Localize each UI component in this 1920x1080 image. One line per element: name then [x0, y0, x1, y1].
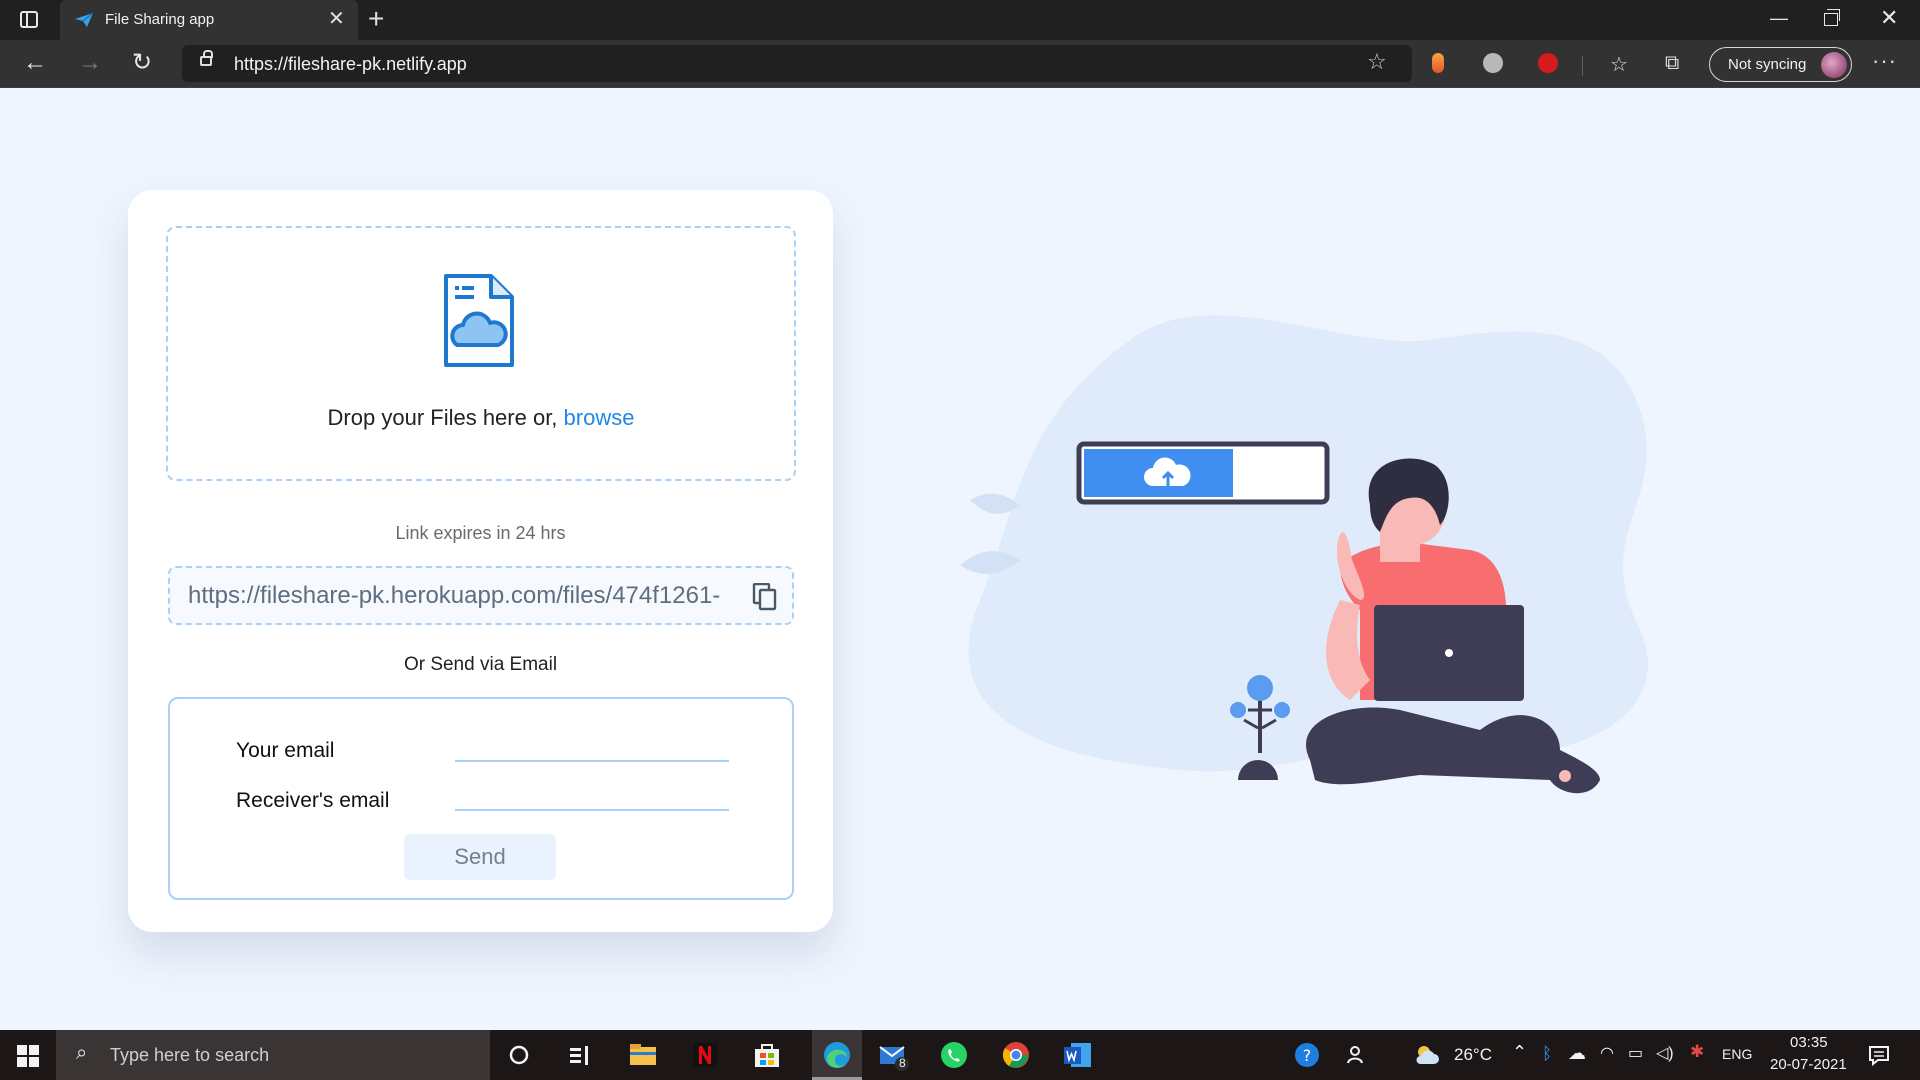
cortana-icon[interactable] [502, 1038, 536, 1072]
battery-icon[interactable]: ▭ [1628, 1043, 1643, 1063]
toolbar-divider [1582, 56, 1583, 76]
windows-taskbar: ⌕ Type here to search 8 ? 26°C ⌃ ᛒ ☁ ◠ ▭… [0, 1030, 1920, 1080]
clock-date[interactable]: 20-07-2021 [1770, 1056, 1847, 1073]
add-favorite-icon[interactable]: ☆ [1367, 49, 1387, 75]
browser-title-bar: File Sharing app ✕ + — ✕ [0, 0, 1920, 40]
lock-icon[interactable] [200, 50, 213, 66]
whatsapp-icon[interactable] [937, 1038, 971, 1072]
url-text[interactable]: https://fileshare-pk.netlify.app [234, 54, 467, 75]
extension-globe-icon[interactable] [1483, 53, 1503, 73]
upload-illustration [960, 315, 1648, 794]
paper-plane-icon [75, 12, 94, 27]
receiver-email-label: Receiver's email [236, 789, 390, 812]
weather-icon[interactable] [1410, 1038, 1444, 1072]
plant-flower [1247, 675, 1273, 701]
copy-icon[interactable] [752, 583, 778, 611]
close-window-button[interactable]: ✕ [1880, 7, 1898, 29]
search-placeholder: Type here to search [110, 1045, 270, 1065]
store-icon[interactable] [750, 1038, 784, 1072]
browser-toolbar: ← → ↻ https://fileshare-pk.netlify.app ☆ [0, 40, 1920, 88]
share-link-box: https://fileshare-pk.herokuapp.com/files… [168, 566, 794, 625]
search-icon: ⌕ [76, 1042, 88, 1064]
volume-icon[interactable]: ◁) [1656, 1043, 1674, 1063]
forward-button[interactable]: → [78, 50, 102, 76]
taskbar-search-box[interactable]: ⌕ Type here to search [56, 1030, 490, 1080]
edge-icon [824, 1042, 850, 1068]
link-expiry-text: Link expires in 24 hrs [395, 523, 566, 543]
drop-instructions: Drop your Files here or, browse [168, 405, 794, 431]
tab-actions-icon[interactable] [20, 11, 38, 28]
bluetooth-icon[interactable]: ᛒ [1542, 1044, 1552, 1064]
profile-sync-button[interactable]: Not syncing [1709, 47, 1852, 82]
sender-email-input[interactable] [455, 734, 729, 762]
address-bar[interactable]: https://fileshare-pk.netlify.app ☆ [182, 45, 1412, 82]
restore-button[interactable] [1824, 9, 1840, 26]
back-button[interactable]: ← [23, 50, 47, 76]
tab-close-icon[interactable]: ✕ [328, 8, 345, 30]
edge-taskbar-button[interactable] [812, 1030, 862, 1080]
task-view-icon[interactable] [562, 1038, 596, 1072]
background-blob [968, 315, 1648, 772]
chevron-up-icon[interactable]: ⌃ [1512, 1042, 1527, 1063]
email-form: Your email Receiver's email Send [168, 697, 794, 900]
tab-file-sharing-app[interactable]: File Sharing app ✕ [60, 0, 358, 40]
help-icon[interactable]: ? [1290, 1038, 1324, 1072]
favorites-icon[interactable]: ☆ [1610, 52, 1628, 77]
drop-text: Drop your Files here or, [327, 405, 564, 430]
language-indicator[interactable]: ENG [1722, 1046, 1752, 1062]
temperature-text[interactable]: 26°C [1454, 1045, 1492, 1065]
onedrive-icon[interactable]: ☁ [1568, 1043, 1586, 1064]
new-tab-button[interactable]: + [368, 5, 384, 33]
tab-title: File Sharing app [105, 11, 215, 28]
collections-icon[interactable]: ⧉ [1665, 52, 1679, 75]
people-icon[interactable] [1340, 1038, 1374, 1072]
upload-card: Drop your Files here or, browse Link exp… [128, 190, 833, 932]
netflix-icon[interactable] [688, 1038, 722, 1072]
send-button[interactable]: Send [404, 834, 556, 880]
svg-text:?: ? [1303, 1046, 1312, 1065]
extension-1-icon[interactable] [1432, 53, 1444, 73]
windows-start-icon[interactable] [17, 1045, 39, 1067]
reload-button[interactable]: ↻ [132, 50, 152, 76]
sync-label: Not syncing [1728, 56, 1807, 73]
file-drop-zone[interactable]: Drop your Files here or, browse [166, 226, 796, 481]
notifications-icon[interactable] [1862, 1038, 1896, 1072]
sender-email-label: Your email [236, 739, 335, 762]
file-explorer-icon[interactable] [626, 1038, 660, 1072]
mail-badge: 8 [899, 1056, 906, 1070]
word-icon[interactable] [1061, 1038, 1095, 1072]
browse-link[interactable]: browse [564, 405, 635, 430]
avatar [1821, 52, 1847, 78]
email-section-heading: Or Send via Email [403, 654, 558, 675]
antivirus-icon[interactable]: ✱ [1690, 1042, 1704, 1062]
minimize-button[interactable]: — [1770, 8, 1788, 28]
file-cloud-icon [444, 274, 514, 367]
receiver-email-input[interactable] [455, 783, 729, 811]
clock-time[interactable]: 03:35 [1790, 1034, 1828, 1051]
chrome-icon[interactable] [999, 1038, 1033, 1072]
share-link-text[interactable]: https://fileshare-pk.herokuapp.com/files… [188, 582, 743, 610]
extension-3-icon[interactable] [1538, 53, 1558, 73]
more-menu-icon[interactable]: ··· [1872, 48, 1897, 74]
wifi-icon[interactable]: ◠ [1600, 1043, 1614, 1063]
